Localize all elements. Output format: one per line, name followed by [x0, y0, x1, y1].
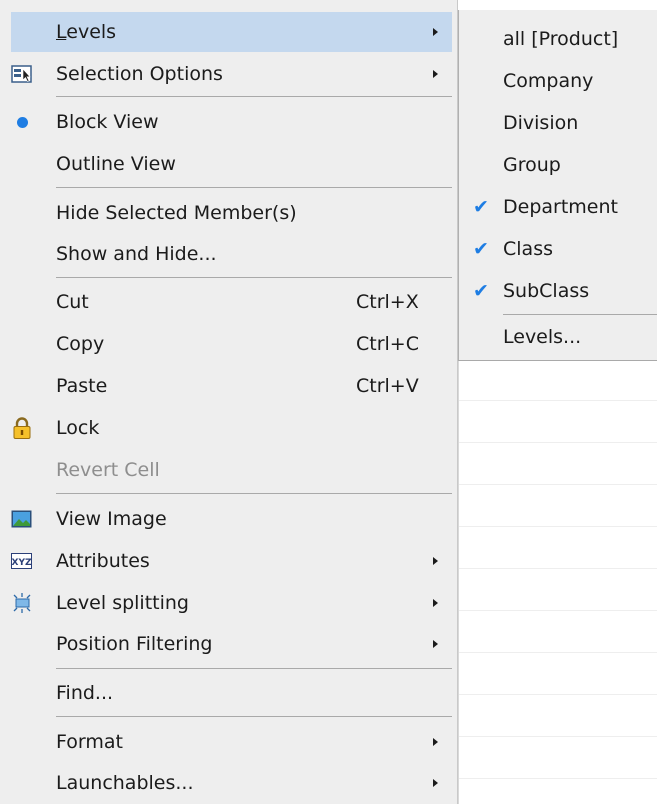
menu-item-label: Revert Cell	[56, 459, 160, 481]
level-item-label: SubClass	[503, 280, 590, 302]
menu-item-label: Copy	[56, 333, 105, 355]
submenu-arrow-icon	[433, 599, 438, 607]
menu-item-label: View Image	[56, 508, 167, 530]
menu-item-position-filtering[interactable]: Position Filtering	[11, 624, 452, 664]
menu-separator	[56, 716, 452, 717]
menu-item-selection-options[interactable]: Selection Options	[11, 54, 452, 94]
shortcut-label: Ctrl+X	[356, 291, 419, 313]
menu-item-label: Paste	[56, 375, 108, 397]
menu-item-label: Outline View	[56, 153, 176, 175]
menu-item-label: Cut	[56, 291, 89, 313]
level-item-all-product[interactable]: all [Product]	[459, 18, 657, 60]
spreadsheet-grid-background	[458, 360, 657, 804]
levels-label-rest: evels	[66, 21, 117, 43]
menu-item-label: Selection Options	[56, 63, 223, 85]
mnemonic-letter: L	[56, 21, 67, 43]
submenu-arrow-icon	[433, 640, 438, 648]
menu-item-hide-selected-members[interactable]: Hide Selected Member(s)	[11, 193, 452, 233]
menu-separator	[56, 187, 452, 188]
level-item-label: Division	[503, 112, 579, 134]
level-item-label: Company	[503, 70, 594, 92]
menu-item-label: Hide Selected Member(s)	[56, 202, 297, 224]
menu-item-launchables[interactable]: Launchables...	[11, 763, 452, 803]
attributes-icon: XYZ	[11, 553, 32, 569]
menu-item-revert-cell[interactable]: Revert Cell	[11, 450, 452, 490]
menu-item-label: Attributes	[56, 550, 150, 572]
checkmark-icon: ✔	[473, 280, 489, 302]
menu-item-level-splitting[interactable]: Level splitting	[11, 583, 452, 623]
menu-item-show-and-hide[interactable]: Show and Hide...	[11, 234, 452, 274]
image-icon	[11, 510, 32, 528]
submenu-arrow-icon	[433, 557, 438, 565]
level-item-label: Group	[503, 154, 561, 176]
menu-item-paste[interactable]: Paste Ctrl+V	[11, 366, 452, 406]
level-item-class[interactable]: ✔ Class	[459, 228, 657, 270]
level-item-label: Department	[503, 196, 618, 218]
menu-item-copy[interactable]: Copy Ctrl+C	[11, 324, 452, 364]
level-item-company[interactable]: Company	[459, 60, 657, 102]
level-splitting-icon	[13, 593, 31, 613]
level-item-subclass[interactable]: ✔ SubClass	[459, 270, 657, 312]
selection-options-icon	[11, 65, 32, 83]
menu-item-format[interactable]: Format	[11, 722, 452, 762]
menu-item-label: Position Filtering	[56, 633, 213, 655]
submenu-arrow-icon	[433, 779, 438, 787]
menu-item-find[interactable]: Find...	[11, 673, 452, 713]
svg-text:XYZ: XYZ	[12, 558, 32, 568]
shortcut-label: Ctrl+V	[356, 375, 419, 397]
lock-icon	[13, 417, 31, 439]
checkmark-icon: ✔	[473, 196, 489, 218]
context-menu: Levels Selection Options Block View Outl…	[0, 0, 458, 804]
level-item-department[interactable]: ✔ Department	[459, 186, 657, 228]
menu-item-label: Launchables...	[56, 772, 194, 794]
level-item-label: Class	[503, 238, 553, 260]
level-item-group[interactable]: Group	[459, 144, 657, 186]
menu-item-lock[interactable]: Lock	[11, 408, 452, 448]
menu-separator	[503, 314, 657, 315]
level-item-label: all [Product]	[503, 28, 619, 50]
level-item-division[interactable]: Division	[459, 102, 657, 144]
menu-item-label: Find...	[56, 682, 114, 704]
menu-item-levels[interactable]: Levels	[11, 12, 452, 52]
menu-item-block-view[interactable]: Block View	[11, 102, 452, 142]
selected-radio-dot-icon	[17, 117, 28, 128]
submenu-arrow-icon	[433, 28, 438, 36]
checkmark-icon: ✔	[473, 238, 489, 260]
menu-item-label: Block View	[56, 111, 159, 133]
menu-item-label: Lock	[56, 417, 100, 439]
menu-item-view-image[interactable]: View Image	[11, 499, 452, 539]
submenu-arrow-icon	[433, 738, 438, 746]
submenu-arrow-icon	[433, 70, 438, 78]
menu-separator	[56, 277, 452, 278]
menu-separator	[56, 96, 452, 97]
menu-item-label: Levels	[56, 12, 116, 52]
shortcut-label: Ctrl+C	[356, 333, 419, 355]
level-item-label: Levels...	[503, 326, 582, 348]
menu-item-label: Show and Hide...	[56, 243, 217, 265]
menu-item-attributes[interactable]: XYZ Attributes	[11, 541, 452, 581]
menu-separator	[56, 493, 452, 494]
levels-dialog-item[interactable]: Levels...	[459, 316, 657, 358]
menu-item-cut[interactable]: Cut Ctrl+X	[11, 282, 452, 322]
menu-separator	[56, 668, 452, 669]
menu-item-label: Level splitting	[56, 592, 189, 614]
menu-item-outline-view[interactable]: Outline View	[11, 144, 452, 184]
levels-submenu: all [Product] Company Division Group ✔ D…	[458, 10, 657, 361]
menu-item-label: Format	[56, 731, 123, 753]
